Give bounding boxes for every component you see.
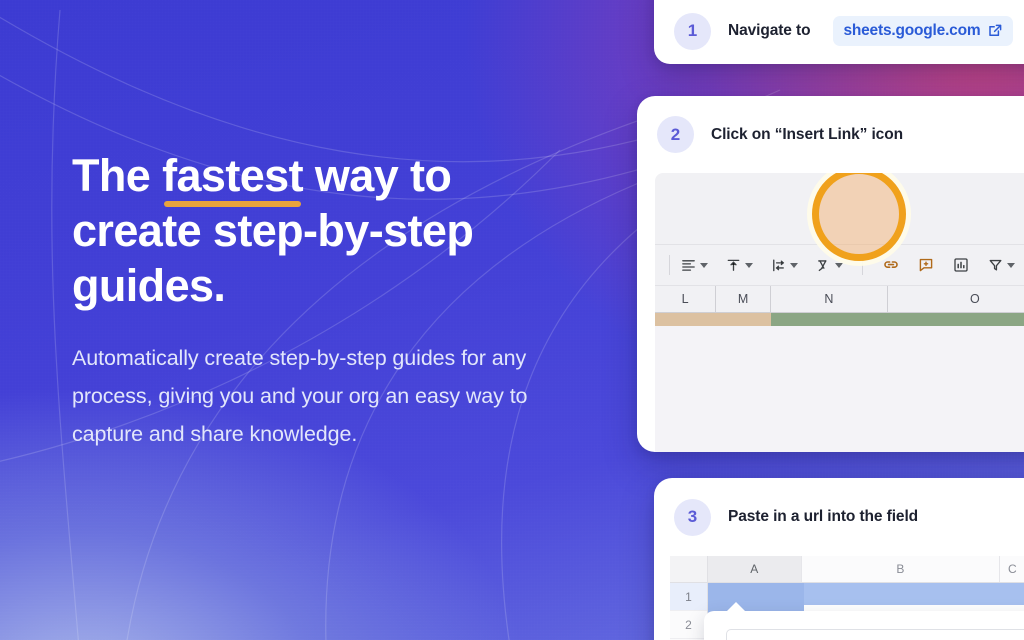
column-header[interactable]: M (716, 286, 771, 312)
text-rotation-button[interactable] (811, 254, 847, 277)
step-card-1[interactable]: 1 Navigate to sheets.google.com (654, 0, 1024, 64)
text-rotation-icon (818, 259, 827, 271)
column-header[interactable]: B (802, 556, 1001, 582)
spreadsheet-screenshot-2: A B C D 1 2 Text (670, 556, 1024, 640)
external-link-icon (989, 24, 1002, 36)
filter-icon (989, 259, 1002, 271)
step-1-url-text: sheets.google.com (843, 22, 981, 39)
insert-comment-icon (919, 258, 933, 272)
spreadsheet-color-bands (655, 313, 1024, 326)
text-wrap-icon (773, 259, 785, 271)
horizontal-align-button[interactable] (676, 254, 712, 277)
chevron-down-icon (745, 262, 753, 268)
vertical-align-button[interactable] (721, 254, 757, 277)
link-text-field[interactable]: Text (726, 629, 1024, 640)
step-1-badge: 1 (674, 12, 711, 50)
insert-link-popup[interactable]: Text (704, 602, 1024, 640)
step-2-badge: 2 (657, 116, 694, 153)
insert-link-icon (884, 261, 898, 268)
insert-chart-icon (954, 258, 968, 272)
column-header[interactable]: N (771, 286, 888, 312)
insert-link-button[interactable] (878, 253, 904, 277)
color-band-green (770, 313, 1024, 326)
color-band-tan (655, 313, 771, 326)
text-wrap-button[interactable] (766, 254, 802, 277)
column-header[interactable]: C (1000, 556, 1024, 582)
spreadsheet-column-headers-2: A B C D (708, 556, 1024, 583)
chevron-down-icon (1007, 262, 1015, 268)
toolbar-divider (862, 255, 863, 275)
step-3-badge: 3 (674, 498, 711, 536)
step-3-label: Paste in a url into the field (728, 508, 919, 525)
row-header[interactable]: 2 (670, 611, 707, 639)
column-header[interactable]: L (655, 286, 717, 312)
spreadsheet-screenshot: L M N O (655, 173, 1024, 452)
column-header[interactable]: A (708, 556, 802, 582)
vertical-align-icon (727, 259, 740, 271)
chevron-down-icon (700, 262, 708, 268)
insert-comment-button[interactable] (913, 253, 939, 277)
step-card-3[interactable]: 3 Paste in a url into the field A B C D … (654, 478, 1024, 640)
select-all-corner[interactable] (670, 556, 708, 583)
spreadsheet-empty-area (655, 326, 1024, 452)
horizontal-align-icon (682, 259, 695, 271)
step-card-2[interactable]: 2 Click on “Insert Link” icon L M N O (637, 96, 1024, 452)
filter-button[interactable] (983, 254, 1019, 277)
step-2-label: Click on “Insert Link” icon (711, 125, 903, 143)
row-header[interactable]: 1 (670, 583, 707, 611)
spreadsheet-toolbar (655, 244, 1024, 286)
step-cards: 1 Navigate to sheets.google.com 2 Click … (0, 0, 1024, 640)
toolbar-divider (669, 255, 670, 275)
spreadsheet-row-headers: 1 2 (670, 583, 708, 640)
step-1-label: Navigate to (728, 22, 811, 39)
step-1-url-pill[interactable]: sheets.google.com (833, 16, 1014, 46)
step-2-header: 2 Click on “Insert Link” icon (637, 96, 1024, 173)
chevron-down-icon (790, 262, 798, 268)
spreadsheet-column-headers: L M N O (655, 286, 1024, 313)
step-1-header: 1 Navigate to sheets.google.com (654, 0, 1024, 64)
column-header[interactable]: O (888, 286, 1024, 312)
insert-chart-button[interactable] (948, 253, 974, 277)
step-3-header: 3 Paste in a url into the field (654, 478, 1024, 556)
chevron-down-icon (835, 262, 843, 268)
